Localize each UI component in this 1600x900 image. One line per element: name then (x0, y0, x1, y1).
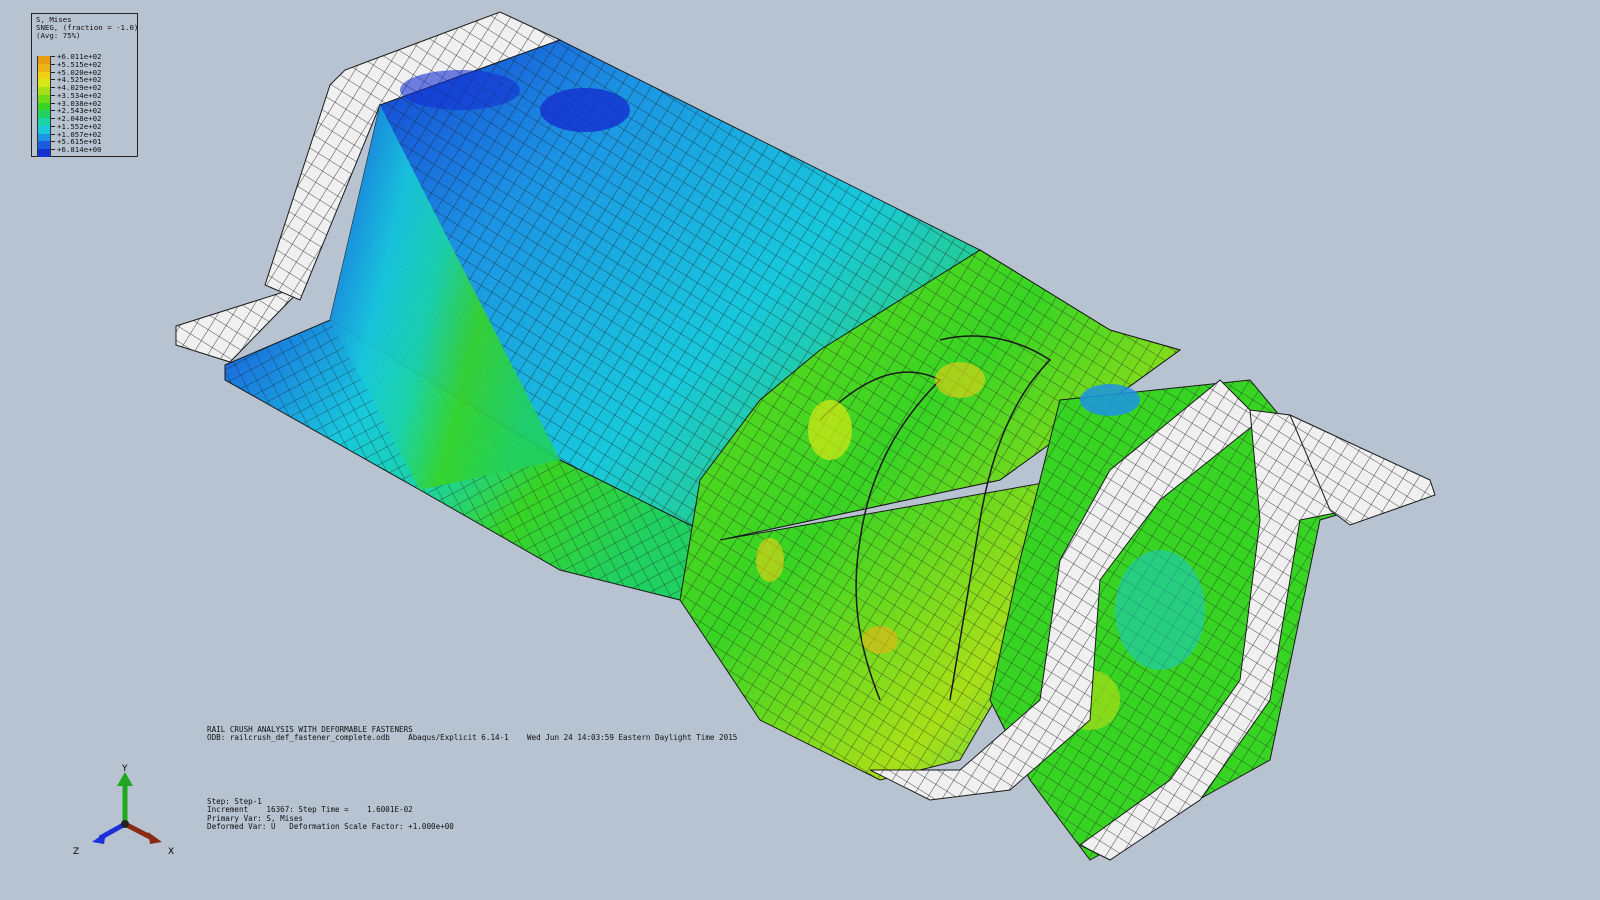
legend-tick (51, 71, 55, 73)
step-info-block: Step: Step-1 Increment 16367: Step Time =… (207, 797, 454, 832)
deformed-var-label: Deformed Var: U Deformation Scale Factor… (207, 822, 454, 832)
legend-tick (51, 94, 55, 96)
legend-tick (51, 110, 55, 112)
legend-tick (51, 125, 55, 127)
legend-tick (51, 56, 55, 57)
legend-tick (51, 79, 55, 81)
legend-tick (51, 118, 55, 119)
triad-x-label: X (168, 847, 174, 857)
legend-swatch (37, 149, 51, 157)
legend-tick (51, 141, 55, 143)
triad-z-label: Z (73, 847, 79, 857)
legend-tick (51, 63, 55, 65)
legend-tick (51, 149, 55, 150)
legend-swatch (37, 63, 51, 72)
legend-swatch (37, 141, 51, 149)
legend-swatch (37, 118, 51, 126)
legend-tick (51, 87, 55, 88)
triad-y-label: Y (121, 764, 128, 774)
triad-y-arrowhead (117, 772, 133, 786)
legend-value: +6.814e+00 (57, 145, 102, 154)
triad-x-arrowhead (148, 832, 162, 844)
legend-swatch (37, 133, 51, 142)
legend-tick (51, 133, 55, 135)
legend-swatch (37, 110, 51, 118)
legend-averaging: (Avg: 75%) (36, 31, 81, 40)
legend-swatch (37, 102, 51, 111)
triad-x-axis (123, 821, 154, 841)
legend-swatch (37, 125, 51, 134)
legend-swatch (37, 94, 51, 103)
contour-legend: S, Mises SNEG, (fraction = -1.0) (Avg: 7… (31, 13, 138, 157)
legend-swatch (37, 56, 51, 64)
triad-z-arrowhead (92, 832, 106, 844)
model-viewport[interactable] (0, 0, 1600, 900)
legend-swatch (37, 87, 51, 95)
legend-swatch (37, 71, 51, 80)
legend-swatch (37, 79, 51, 87)
view-triad[interactable]: Y Z X (70, 762, 190, 862)
odb-info: ODB: railcrush_def_fastener_complete.odb… (207, 733, 738, 743)
legend-tick (51, 102, 55, 104)
title-block: RAIL CRUSH ANALYSIS WITH DEFORMABLE FAST… (207, 725, 738, 743)
